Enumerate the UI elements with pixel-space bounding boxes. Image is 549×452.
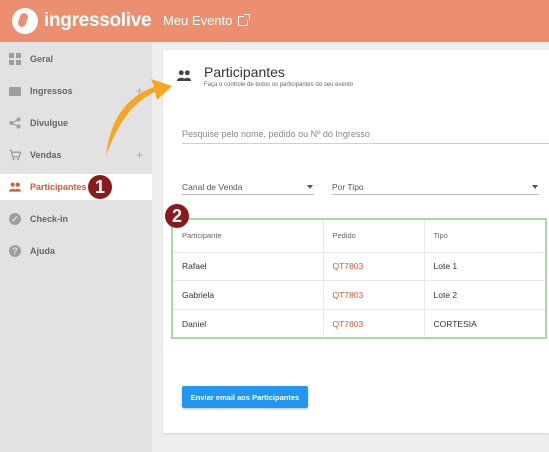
ticket-type: CORTESIA xyxy=(423,309,545,338)
sidebar-item-ajuda[interactable]: ? Ajuda xyxy=(0,238,152,264)
event-title-link[interactable]: Meu Evento xyxy=(163,13,251,28)
logo-text: ingressolive xyxy=(44,10,152,31)
participant-name: Gabriela xyxy=(173,280,323,310)
sidebar-item-label: Check-in xyxy=(30,214,69,224)
send-email-button[interactable]: Enviar email aos Participantes xyxy=(182,386,308,408)
column-header-pedido[interactable]: Pedido xyxy=(322,220,424,253)
tipo-select[interactable]: Por Tipo xyxy=(332,178,539,195)
sidebar-item-label: Vendas xyxy=(30,150,62,160)
column-header-tipo[interactable]: Tipo xyxy=(423,220,545,253)
sidebar-item-geral[interactable]: Geral xyxy=(0,46,152,72)
ticket-icon xyxy=(9,85,21,97)
chevron-down-icon xyxy=(307,185,313,189)
logo-icon xyxy=(12,8,38,34)
sidebar-item-check-in[interactable]: ✓ Check-in xyxy=(0,206,152,232)
check-circle-icon: ✓ xyxy=(9,213,21,225)
order-link[interactable]: QT7803 xyxy=(322,252,424,281)
table-row[interactable]: Rafael QT7803 Lote 1 xyxy=(173,252,545,281)
sidebar-item-participantes[interactable]: Participantes xyxy=(0,174,152,200)
dashboard-icon xyxy=(9,53,21,65)
search-field[interactable] xyxy=(182,124,549,144)
sidebar-item-label: Participantes xyxy=(30,182,87,192)
annotation-badge-2: 2 xyxy=(165,204,189,228)
canal-de-venda-select[interactable]: Canal de Venda xyxy=(182,178,314,195)
select-value: Por Tipo xyxy=(332,182,364,192)
column-header-participante[interactable]: Participante xyxy=(173,220,323,253)
sidebar-item-label: Divulgue xyxy=(30,118,69,128)
table-row[interactable]: Gabriela QT7803 Lote 2 xyxy=(173,280,545,310)
page-title: Participantes xyxy=(204,64,285,80)
event-title: Meu Evento xyxy=(163,13,233,28)
participants-table-highlight: Participante Pedido Tipo Rafael QT7803 L… xyxy=(171,218,547,339)
cart-icon xyxy=(9,149,21,161)
top-bar: ingressolive Meu Evento xyxy=(0,0,549,42)
ticket-type: Lote 2 xyxy=(423,280,545,310)
participant-name: Rafael xyxy=(173,252,323,281)
external-link-icon xyxy=(238,13,251,26)
participants-table: Participante Pedido Tipo Rafael QT7803 L… xyxy=(173,220,545,338)
select-value: Canal de Venda xyxy=(182,182,243,192)
page-subtitle: Faça o controle de todos os participante… xyxy=(204,82,354,88)
participant-name: Daniel xyxy=(182,318,207,329)
order-link[interactable]: QT7803 xyxy=(322,280,424,310)
help-icon: ? xyxy=(9,245,21,257)
search-input[interactable] xyxy=(182,125,549,139)
annotation-badge-1: 1 xyxy=(88,175,112,199)
sidebar-item-label: Ajuda xyxy=(30,246,56,256)
logo[interactable]: ingressolive xyxy=(12,8,152,34)
table-row[interactable]: Daniel QT7803 CORTESIA xyxy=(173,309,545,338)
table-header-row: Participante Pedido Tipo xyxy=(173,220,545,253)
share-icon xyxy=(9,117,21,129)
sidebar-item-label: Ingressos xyxy=(30,86,73,96)
sidebar-item-label: Geral xyxy=(30,54,54,64)
annotation-arrow-icon xyxy=(106,79,172,156)
people-icon xyxy=(9,181,21,193)
ticket-type: Lote 1 xyxy=(423,252,545,281)
chevron-down-icon xyxy=(532,185,538,189)
order-link[interactable]: QT7803 xyxy=(322,309,424,338)
